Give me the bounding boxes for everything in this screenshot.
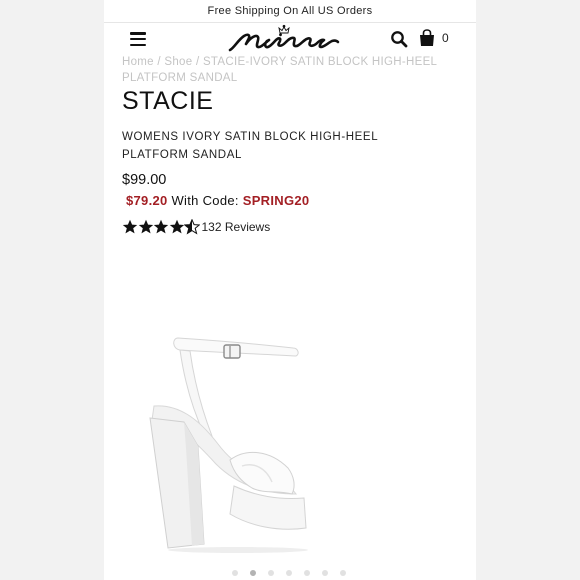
carousel-dot-active[interactable] xyxy=(250,570,256,576)
breadcrumb-separator: / xyxy=(195,56,200,68)
search-icon[interactable] xyxy=(390,30,408,48)
star-full-icon xyxy=(169,219,184,234)
breadcrumb-separator: / xyxy=(157,56,161,68)
carousel-dot[interactable] xyxy=(268,570,274,576)
cart-count[interactable]: 0 xyxy=(442,31,449,45)
breadcrumb-home[interactable]: Home xyxy=(122,56,154,68)
promo-code: SPRING20 xyxy=(242,193,310,208)
carousel-dot[interactable] xyxy=(304,570,310,576)
product-description: WOMENS IVORY SATIN BLOCK HIGH-HEEL PLATF… xyxy=(122,131,378,161)
hamburger-menu-icon[interactable] xyxy=(130,32,146,47)
star-rating[interactable] xyxy=(122,219,200,235)
carousel-dot[interactable] xyxy=(322,570,328,576)
regular-price: $99.00 xyxy=(122,172,167,188)
review-count-link[interactable]: 132 Reviews xyxy=(202,220,271,234)
shopping-bag-icon[interactable] xyxy=(418,29,436,47)
promo-bar: Free Shipping On All US Orders xyxy=(104,0,476,23)
product-page: Free Shipping On All US Orders 0 Home / … xyxy=(104,0,476,580)
product-rating: 132 Reviews xyxy=(122,218,270,236)
star-full-icon xyxy=(153,219,169,234)
carousel-dot[interactable] xyxy=(232,570,238,576)
carousel-dot[interactable] xyxy=(286,570,292,576)
breadcrumb: Home / Shoe / STACIE-IVORY SATIN BLOCK H… xyxy=(122,54,442,86)
ivory-satin-platform-sandal-image[interactable] xyxy=(138,318,308,556)
carousel-pagination xyxy=(232,570,358,576)
sale-price: $79.20 xyxy=(126,193,168,208)
promo-price-line: $79.20 With Code: SPRING20 xyxy=(126,193,309,208)
breadcrumb-shoe[interactable]: Shoe xyxy=(164,56,192,68)
code-label: With Code: xyxy=(171,193,239,208)
nina-logo[interactable] xyxy=(224,24,344,54)
star-full-icon xyxy=(122,219,138,234)
star-half-icon xyxy=(184,219,200,235)
site-header: 0 xyxy=(104,23,476,55)
carousel-dot[interactable] xyxy=(340,570,346,576)
star-full-icon xyxy=(138,219,153,234)
product-name: STACIE xyxy=(122,87,214,115)
